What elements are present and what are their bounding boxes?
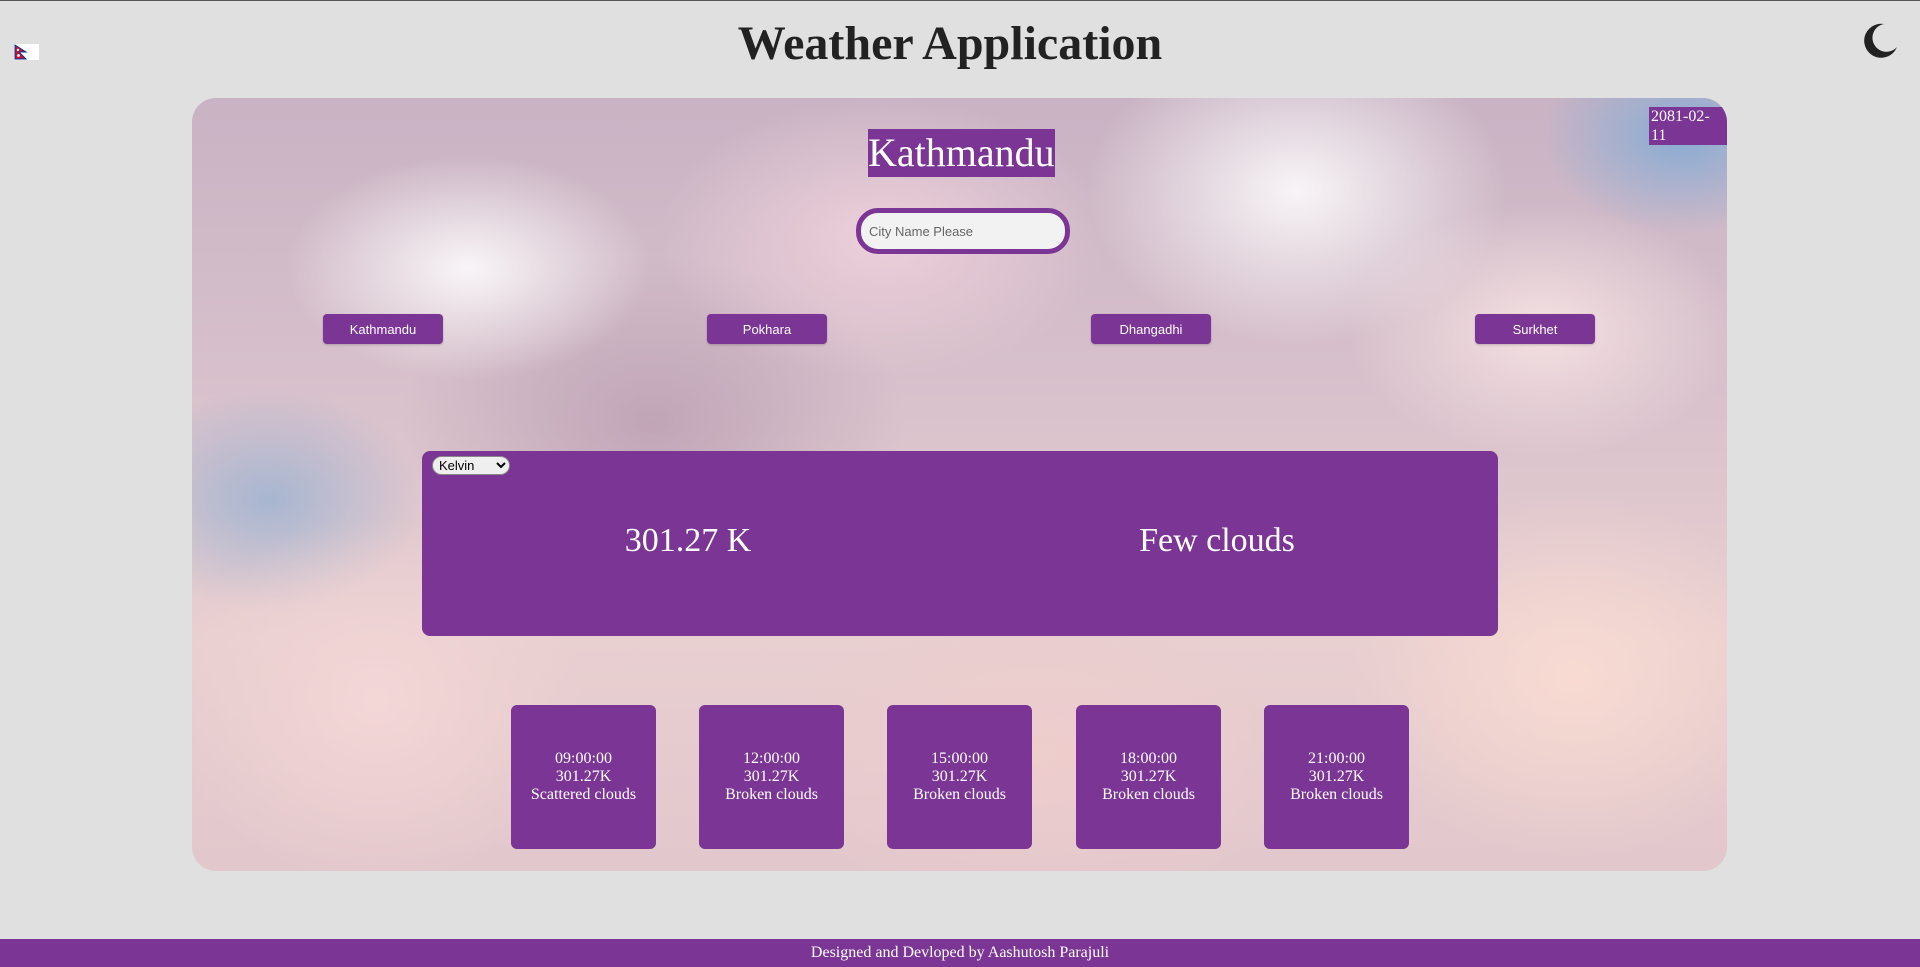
forecast-temp: 301.27K — [931, 768, 988, 785]
city-button-kathmandu[interactable]: Kathmandu — [323, 314, 443, 344]
forecast-desc: Broken clouds — [1290, 786, 1383, 803]
forecast-temp: 301.27K — [555, 768, 612, 785]
app-header: Weather Application — [0, 0, 1920, 92]
forecast-time: 15:00:00 — [931, 750, 988, 767]
forecast-time: 09:00:00 — [555, 750, 612, 767]
city-button-surkhet[interactable]: Surkhet — [1475, 314, 1595, 344]
moon-icon[interactable] — [1860, 20, 1900, 60]
forecast-time: 18:00:00 — [1120, 750, 1177, 767]
forecast-temp: 301.27K — [743, 768, 800, 785]
forecast-time: 12:00:00 — [743, 750, 800, 767]
forecast-card: 21:00:00 301.27K Broken clouds — [1264, 705, 1409, 849]
forecast-time: 21:00:00 — [1308, 750, 1365, 767]
forecast-desc: Broken clouds — [725, 786, 818, 803]
forecast-card: 12:00:00 301.27K Broken clouds — [699, 705, 844, 849]
city-button-dhangadhi[interactable]: Dhangadhi — [1091, 314, 1211, 344]
weather-card: 2081-02-11 Kathmandu Kathmandu Pokhara D… — [192, 98, 1727, 871]
forecast-temp: 301.27K — [1120, 768, 1177, 785]
current-weather-panel: Kelvin 301.27 K Few clouds — [422, 451, 1498, 636]
forecast-desc: Scattered clouds — [530, 786, 637, 803]
forecast-desc: Broken clouds — [1102, 786, 1195, 803]
forecast-card: 18:00:00 301.27K Broken clouds — [1076, 705, 1221, 849]
footer: Designed and Devloped by Aashutosh Paraj… — [0, 939, 1920, 967]
forecast-card: 09:00:00 301.27K Scattered clouds — [511, 705, 656, 849]
forecast-temp: 301.27K — [1308, 768, 1365, 785]
page-title: Weather Application — [737, 17, 1163, 70]
unit-select[interactable]: Kelvin — [432, 456, 510, 475]
current-temperature: 301.27 K — [624, 522, 752, 559]
date-badge: 2081-02-11 — [1649, 107, 1727, 145]
city-search-input[interactable] — [856, 208, 1070, 254]
city-title: Kathmandu — [868, 129, 1055, 177]
city-button-pokhara[interactable]: Pokhara — [707, 314, 827, 344]
current-description: Few clouds — [1139, 522, 1295, 559]
forecast-card: 15:00:00 301.27K Broken clouds — [887, 705, 1032, 849]
forecast-desc: Broken clouds — [913, 786, 1006, 803]
